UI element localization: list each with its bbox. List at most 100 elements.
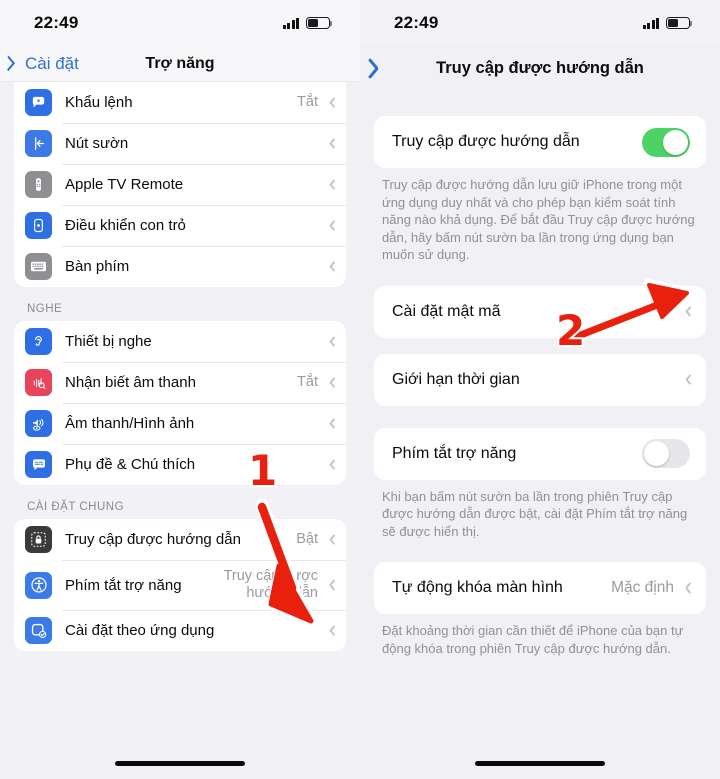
chevron-right-icon xyxy=(682,581,690,595)
chevron-right-icon xyxy=(326,178,334,192)
signal-strength-icon xyxy=(642,17,659,29)
sound-recognition-icon xyxy=(25,369,52,396)
home-indicator xyxy=(115,761,245,766)
chevron-right-icon xyxy=(682,373,690,387)
navigation-bar-right: Truy cập được hướng dẫn xyxy=(360,46,720,90)
list-item-label: Tự động khóa màn hình xyxy=(392,579,563,597)
list-item-time-limit[interactable]: Giới hạn thời gian xyxy=(374,354,706,406)
chevron-right-icon xyxy=(326,96,334,110)
settings-group-general-controls: Khẩu lệnh Tắt Nút sườn Apple TV Remote Đ… xyxy=(14,82,346,287)
list-item[interactable]: Apple TV Remote xyxy=(14,164,346,205)
chevron-right-icon xyxy=(682,305,690,319)
dual-screenshot-container: 22:49 Cài đặt Trợ năng Khẩu lệnh Tắt Nút… xyxy=(0,0,720,779)
list-item[interactable]: Điều khiển con trỏ xyxy=(14,205,346,246)
list-item-label: Truy cập được hướng dẫn xyxy=(65,531,241,548)
guided-access-description: Truy cập được hướng dẫn lưu giữ iPhone t… xyxy=(382,177,695,263)
auto-lock-card: Tự động khóa màn hình Mặc định xyxy=(374,562,706,615)
home-indicator xyxy=(475,761,605,766)
list-item-auto-lock[interactable]: Tự động khóa màn hình Mặc định xyxy=(374,562,706,614)
list-item-label: Bàn phím xyxy=(65,258,130,275)
left-phone-screen: 22:49 Cài đặt Trợ năng Khẩu lệnh Tắt Nút… xyxy=(0,0,360,779)
list-item-label: Phím tắt trợ năng xyxy=(392,444,517,462)
chevron-right-icon xyxy=(326,417,334,431)
chevron-left-icon xyxy=(372,56,386,80)
settings-list-left[interactable]: Khẩu lệnh Tắt Nút sườn Apple TV Remote Đ… xyxy=(0,82,360,779)
status-indicators xyxy=(282,17,333,29)
list-item-value: Truy cập được hướng dẫn xyxy=(223,568,318,601)
list-item-value: Tắt xyxy=(297,94,318,111)
pointer-control-icon xyxy=(25,212,52,239)
list-item[interactable]: Nhận biết âm thanh Tắt xyxy=(14,362,346,403)
list-item-passcode-settings[interactable]: Cài đặt mật mã xyxy=(374,286,706,338)
battery-icon xyxy=(306,17,333,29)
back-button[interactable] xyxy=(372,56,386,80)
chevron-left-icon xyxy=(10,55,21,73)
passcode-settings-card: Cài đặt mật mã xyxy=(374,285,706,338)
list-item-accessibility-shortcut[interactable]: Phím tắt trợ năng Truy cập được hướng dẫ… xyxy=(14,560,346,610)
list-item-label: Phím tắt trợ năng xyxy=(65,576,182,594)
list-item-label: Cài đặt mật mã xyxy=(392,302,501,320)
list-item-accessibility-shortcut-toggle[interactable]: Phím tắt trợ năng xyxy=(374,428,706,480)
list-item-label: Phụ đề & Chú thích xyxy=(65,456,196,473)
chevron-right-icon xyxy=(326,376,334,390)
accessibility-shortcut-description: Khi bạn bấm nút sườn ba lần trong phiên … xyxy=(382,488,688,539)
list-item-per-app-settings[interactable]: Cài đặt theo ứng dụng xyxy=(14,610,346,651)
voice-control-icon xyxy=(25,89,52,116)
audio-visual-icon xyxy=(25,410,52,437)
list-item-value: Tắt xyxy=(297,374,318,391)
subtitles-icon xyxy=(25,451,52,478)
chevron-right-icon xyxy=(326,335,334,349)
list-item-guided-access[interactable]: Truy cập được hướng dẫn Bật xyxy=(14,519,346,560)
list-item-label: Âm thanh/Hình ảnh xyxy=(65,415,195,432)
auto-lock-description: Đặt khoảng thời gian cần thiết để iPhone… xyxy=(382,623,684,656)
list-item-label: Truy cập được hướng dẫn xyxy=(392,133,580,150)
side-button-icon xyxy=(25,130,52,157)
status-bar-right: 22:49 xyxy=(360,0,720,46)
back-button-label: Cài đặt xyxy=(25,53,79,73)
page-title: Truy cập được hướng dẫn xyxy=(436,58,644,77)
navigation-bar-left: Cài đặt Trợ năng xyxy=(0,46,360,82)
status-bar-left: 22:49 xyxy=(0,0,360,46)
signal-strength-icon xyxy=(282,17,299,29)
list-item-label: Nhận biết âm thanh xyxy=(65,374,196,391)
section-header-general: CÀI ĐẶT CHUNG xyxy=(27,501,125,513)
list-item[interactable]: Nút sườn xyxy=(14,123,346,164)
list-item-value: Bật xyxy=(296,531,318,548)
hearing-device-icon xyxy=(25,328,52,355)
chevron-right-icon xyxy=(326,533,334,547)
guided-access-toggle-card: Truy cập được hướng dẫn xyxy=(374,116,706,168)
status-clock: 22:49 xyxy=(34,13,79,32)
guided-access-icon xyxy=(25,526,52,553)
keyboard-icon xyxy=(25,253,52,280)
status-clock: 22:49 xyxy=(394,13,439,32)
settings-group-general: Truy cập được hướng dẫn Bật Phím tắt trợ… xyxy=(14,519,346,651)
back-button[interactable]: Cài đặt xyxy=(10,54,79,74)
section-header-hearing: NGHE xyxy=(27,303,63,315)
list-item-label: Nút sườn xyxy=(65,135,129,152)
list-item[interactable]: Bàn phím xyxy=(14,246,346,287)
list-item[interactable]: Khẩu lệnh Tắt xyxy=(14,82,346,123)
chevron-right-icon xyxy=(326,624,334,638)
list-item[interactable]: Thiết bị nghe xyxy=(14,321,346,362)
list-item-guided-access-toggle[interactable]: Truy cập được hướng dẫn xyxy=(374,116,706,168)
list-item[interactable]: Phụ đề & Chú thích xyxy=(14,444,346,485)
accessibility-shortcut-card: Phím tắt trợ năng xyxy=(374,427,706,480)
accessibility-shortcut-switch[interactable] xyxy=(642,439,690,469)
chevron-right-icon xyxy=(326,219,334,233)
battery-icon xyxy=(666,17,693,29)
list-item-label: Khẩu lệnh xyxy=(65,94,133,111)
guided-access-settings[interactable]: Truy cập được hướng dẫn Truy cập được hư… xyxy=(360,90,720,779)
right-phone-screen: 22:49 Truy cập được hướng dẫn Truy cập đ… xyxy=(360,0,720,779)
list-item-label: Thiết bị nghe xyxy=(65,333,152,350)
status-indicators xyxy=(642,17,693,29)
chevron-right-icon xyxy=(326,137,334,151)
list-item-label: Giới hạn thời gian xyxy=(392,370,520,388)
per-app-settings-icon xyxy=(25,617,52,644)
chevron-right-icon xyxy=(326,260,334,274)
list-item[interactable]: Âm thanh/Hình ảnh xyxy=(14,403,346,444)
guided-access-switch[interactable] xyxy=(642,127,690,157)
list-item-label: Apple TV Remote xyxy=(65,176,184,193)
time-limit-card: Giới hạn thời gian xyxy=(374,353,706,406)
apple-tv-remote-icon xyxy=(25,171,52,198)
settings-group-hearing: Thiết bị nghe Nhận biết âm thanh Tắt Âm … xyxy=(14,321,346,485)
